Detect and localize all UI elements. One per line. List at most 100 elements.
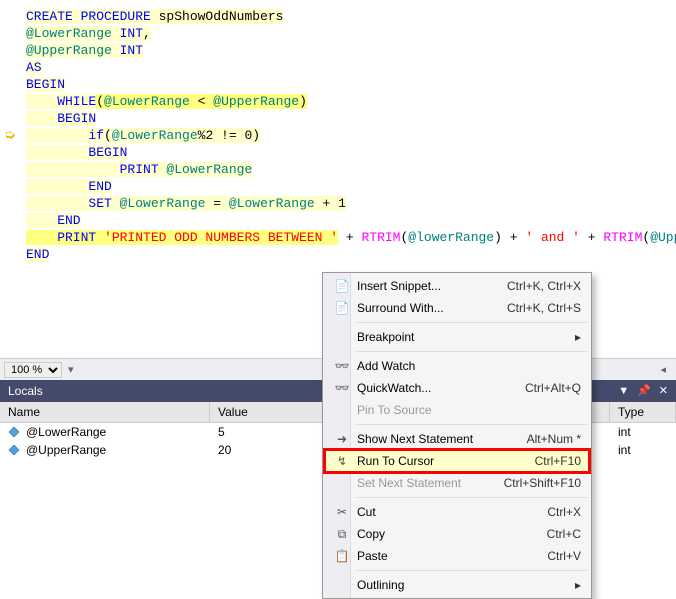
menu-cut[interactable]: ✂ Cut Ctrl+X	[325, 501, 589, 523]
code-token: BEGIN	[26, 111, 96, 126]
surround-icon: 📄	[331, 301, 353, 315]
menu-quickwatch[interactable]: 👓 QuickWatch... Ctrl+Alt+Q	[325, 377, 589, 399]
code-token: AS	[26, 60, 42, 75]
menu-paste[interactable]: 📋 Paste Ctrl+V	[325, 545, 589, 567]
menu-label: Breakpoint	[353, 330, 575, 344]
code-token: @LowerRange	[104, 94, 190, 109]
glasses-icon: 👓	[331, 359, 353, 373]
code-token: =	[205, 196, 228, 211]
code-token: @UpperRange	[650, 230, 676, 245]
menu-separator	[355, 351, 587, 352]
zoom-select[interactable]: 100 %	[4, 362, 62, 378]
menu-show-next-statement[interactable]: ➜ Show Next Statement Alt+Num *	[325, 428, 589, 450]
code-token: @LowerRange	[112, 196, 206, 211]
menu-add-watch[interactable]: 👓 Add Watch	[325, 355, 589, 377]
code-token: @lowerRange	[408, 230, 494, 245]
code-token: (	[104, 128, 112, 143]
code-token: (	[96, 94, 104, 109]
pin-icon[interactable]: 📌	[637, 380, 651, 402]
menu-shortcut: Ctrl+C	[547, 527, 589, 541]
menu-label: Paste	[353, 549, 547, 563]
code-token: @LowerRange	[159, 162, 253, 177]
code-token: PRINT	[26, 230, 96, 245]
submenu-arrow-icon: ▸	[575, 578, 589, 592]
code-token: @LowerRange	[112, 128, 198, 143]
menu-insert-snippet[interactable]: 📄 Insert Snippet... Ctrl+K, Ctrl+X	[325, 275, 589, 297]
menu-separator	[355, 570, 587, 571]
code-token: @LowerRange	[229, 196, 315, 211]
execution-pointer-icon: ➭	[4, 127, 16, 144]
menu-label: QuickWatch...	[353, 381, 525, 395]
code-token: +	[580, 230, 603, 245]
code-token: if	[26, 128, 104, 143]
scroll-left-icon[interactable]: ◂	[654, 363, 672, 376]
menu-set-next-statement: Set Next Statement Ctrl+Shift+F10	[325, 472, 589, 494]
code-token: ' and '	[525, 230, 580, 245]
code-token: ) +	[494, 230, 525, 245]
menu-shortcut: Ctrl+V	[547, 549, 589, 563]
code-token: BEGIN	[26, 77, 65, 92]
copy-icon: ⧉	[331, 527, 353, 542]
variable-icon	[8, 426, 20, 438]
menu-pin-to-source: Pin To Source	[325, 399, 589, 421]
var-name: @LowerRange	[26, 425, 106, 439]
menu-label: Copy	[353, 527, 547, 541]
menu-shortcut: Ctrl+Alt+Q	[525, 381, 589, 395]
code-token: INT	[112, 43, 143, 58]
code-token: )	[299, 94, 307, 109]
code-token: + 1	[315, 196, 346, 211]
code-token: SET	[26, 196, 112, 211]
dropdown-icon[interactable]: ▼	[618, 380, 629, 402]
code-token: INT	[112, 26, 143, 41]
close-icon[interactable]: ✕	[659, 380, 668, 402]
code-token: @UpperRange	[213, 94, 299, 109]
code-token: @UpperRange	[26, 43, 112, 58]
menu-shortcut: Ctrl+F10	[535, 454, 589, 468]
col-type[interactable]: Type	[610, 402, 676, 422]
var-type: int	[610, 424, 676, 440]
menu-run-to-cursor[interactable]: ↯ Run To Cursor Ctrl+F10	[325, 450, 589, 472]
menu-separator	[355, 322, 587, 323]
code-token: ,	[143, 26, 151, 41]
var-name: @UpperRange	[26, 443, 106, 457]
code-token: PRINT	[26, 162, 159, 177]
code-token: @LowerRange	[26, 26, 112, 41]
code-token: END	[26, 213, 81, 228]
menu-outlining[interactable]: Outlining ▸	[325, 574, 589, 596]
menu-shortcut: Ctrl+Shift+F10	[504, 476, 589, 490]
code-token: +	[338, 230, 361, 245]
menu-label: Set Next Statement	[353, 476, 504, 490]
menu-label: Insert Snippet...	[353, 279, 507, 293]
menu-separator	[355, 497, 587, 498]
menu-label: Add Watch	[353, 359, 589, 373]
code-token: <	[190, 94, 213, 109]
menu-shortcut: Ctrl+K, Ctrl+S	[507, 301, 589, 315]
code-token: END	[26, 247, 49, 262]
code-token: 'PRINTED ODD NUMBERS BETWEEN '	[96, 230, 338, 245]
cursor-icon: ↯	[331, 454, 353, 468]
menu-label: Run To Cursor	[353, 454, 535, 468]
menu-shortcut: Alt+Num *	[527, 432, 589, 446]
menu-copy[interactable]: ⧉ Copy Ctrl+C	[325, 523, 589, 545]
snippet-icon: 📄	[331, 279, 353, 293]
menu-breakpoint[interactable]: Breakpoint ▸	[325, 326, 589, 348]
variable-icon	[8, 444, 20, 456]
menu-label: Show Next Statement	[353, 432, 527, 446]
code-token: RTRIM	[361, 230, 400, 245]
menu-label: Surround With...	[353, 301, 507, 315]
menu-separator	[355, 424, 587, 425]
menu-surround-with[interactable]: 📄 Surround With... Ctrl+K, Ctrl+S	[325, 297, 589, 319]
cut-icon: ✂	[331, 505, 353, 519]
scroll-down-icon[interactable]: ▾	[62, 363, 80, 376]
code-token: spShowOddNumbers	[151, 9, 284, 24]
submenu-arrow-icon: ▸	[575, 330, 589, 344]
code-token: WHILE	[26, 94, 96, 109]
code-token: END	[26, 179, 112, 194]
code-token: %2 != 0)	[198, 128, 260, 143]
menu-label: Cut	[353, 505, 547, 519]
col-name[interactable]: Name	[0, 402, 210, 422]
code-token: BEGIN	[26, 145, 127, 160]
menu-shortcut: Ctrl+K, Ctrl+X	[507, 279, 589, 293]
var-type: int	[610, 442, 676, 458]
arrow-icon: ➜	[331, 432, 353, 446]
